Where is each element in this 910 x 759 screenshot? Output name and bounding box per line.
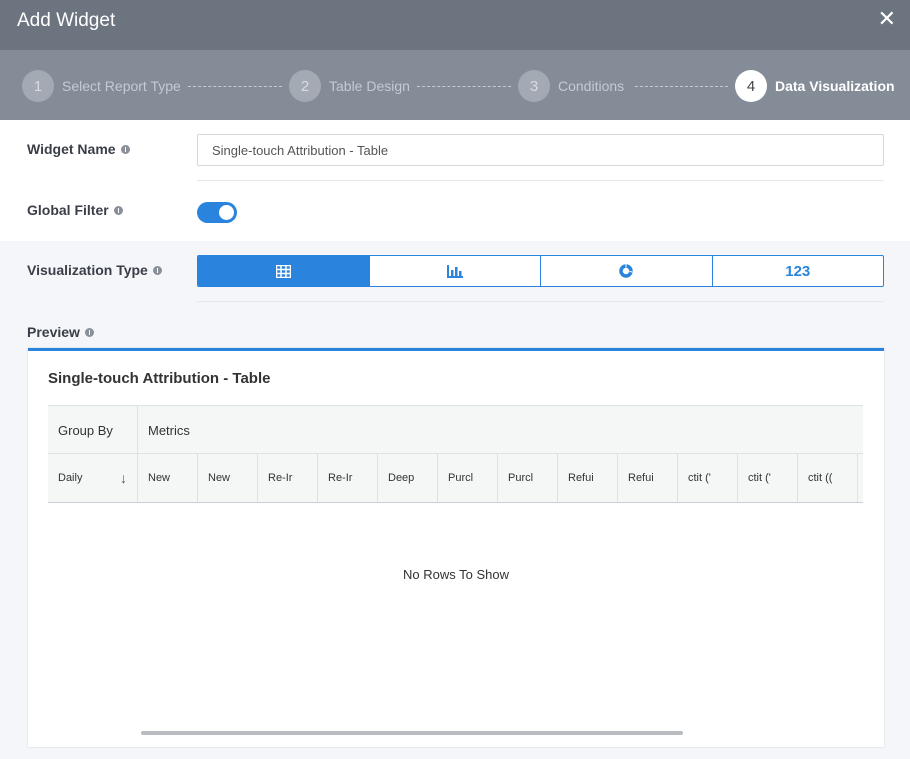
- column-header[interactable]: Purcl: [498, 454, 558, 502]
- viz-number-label: 123: [785, 262, 811, 280]
- donut-chart-icon: [619, 264, 633, 278]
- divider: [197, 180, 884, 181]
- column-header[interactable]: New: [198, 454, 258, 502]
- visualization-type-selector: 123: [197, 255, 884, 287]
- column-header[interactable]: Purcl: [438, 454, 498, 502]
- step-label: Conditions: [558, 78, 625, 94]
- step-connector: [417, 86, 511, 87]
- toggle-knob: [219, 205, 234, 220]
- viz-donut-chart-button[interactable]: [540, 256, 712, 286]
- viz-number-button[interactable]: 123: [711, 256, 884, 286]
- info-icon[interactable]: [113, 205, 123, 215]
- step-number: 4: [735, 70, 767, 102]
- step-number: 1: [22, 70, 54, 102]
- column-header[interactable]: Refui: [558, 454, 618, 502]
- step-connector: [635, 86, 728, 87]
- step-number: 3: [518, 70, 550, 102]
- dialog-title-bar: Add Widget ✕: [0, 0, 910, 50]
- info-icon[interactable]: [120, 144, 130, 154]
- empty-table-message: No Rows To Show: [403, 567, 509, 582]
- info-icon[interactable]: [152, 265, 162, 275]
- add-widget-dialog: Add Widget ✕ 1 Select Report Type 2 Tabl…: [0, 0, 910, 759]
- wizard-steps: 1 Select Report Type 2 Table Design 3 Co…: [0, 50, 910, 120]
- global-filter-label: Global Filter: [27, 202, 123, 218]
- column-header[interactable]: Re-Ir: [258, 454, 318, 502]
- dialog-title: Add Widget: [17, 10, 116, 31]
- step-conditions[interactable]: 3 Conditions: [518, 70, 624, 102]
- step-select-report-type[interactable]: 1 Select Report Type: [22, 70, 181, 102]
- widget-name-input[interactable]: [197, 134, 884, 166]
- column-header[interactable]: Daily ↓: [48, 454, 138, 502]
- widget-name-label: Widget Name: [27, 141, 130, 157]
- divider: [197, 301, 884, 302]
- visualization-type-label-text: Visualization Type: [27, 262, 148, 278]
- close-icon[interactable]: ✕: [878, 8, 896, 30]
- step-label: Select Report Type: [62, 78, 181, 94]
- info-icon[interactable]: [84, 327, 94, 337]
- column-header[interactable]: New: [138, 454, 198, 502]
- preview-title: Single-touch Attribution - Table: [48, 370, 271, 387]
- widget-name-label-text: Widget Name: [27, 141, 116, 157]
- visualization-type-label: Visualization Type: [27, 262, 162, 278]
- table-group-header-row: Group By Metrics: [48, 406, 863, 454]
- sort-arrow-icon[interactable]: ↓: [120, 470, 127, 486]
- column-header[interactable]: Deep: [378, 454, 438, 502]
- metrics-header: Metrics: [148, 422, 190, 438]
- step-label: Table Design: [329, 78, 410, 94]
- preview-label: Preview: [27, 324, 94, 340]
- viz-bar-chart-button[interactable]: [368, 256, 541, 286]
- table-icon: [275, 264, 291, 278]
- horizontal-scrollbar[interactable]: [141, 731, 683, 735]
- viz-table-button[interactable]: [198, 256, 369, 286]
- column-header[interactable]: ctit (': [738, 454, 798, 502]
- preview-table: Group By Metrics Daily ↓ New New Re-Ir R…: [48, 405, 863, 503]
- column-header-label: Daily: [58, 472, 83, 484]
- column-header[interactable]: Refui: [618, 454, 678, 502]
- group-by-header: Group By: [48, 406, 138, 454]
- global-filter-label-text: Global Filter: [27, 202, 109, 218]
- column-header[interactable]: Re-Ir: [318, 454, 378, 502]
- step-connector: [188, 86, 282, 87]
- preview-label-text: Preview: [27, 324, 80, 340]
- column-header[interactable]: ctit ((: [798, 454, 858, 502]
- step-label: Data Visualization: [775, 78, 895, 94]
- step-data-visualization[interactable]: 4 Data Visualization: [735, 70, 895, 102]
- table-column-header-row: Daily ↓ New New Re-Ir Re-Ir Deep Purcl P…: [48, 454, 858, 502]
- bar-chart-icon: [446, 264, 463, 278]
- preview-card: Single-touch Attribution - Table Group B…: [28, 348, 884, 747]
- global-filter-toggle[interactable]: [197, 202, 237, 223]
- step-number: 2: [289, 70, 321, 102]
- step-table-design[interactable]: 2 Table Design: [289, 70, 410, 102]
- column-header[interactable]: ctit (': [678, 454, 738, 502]
